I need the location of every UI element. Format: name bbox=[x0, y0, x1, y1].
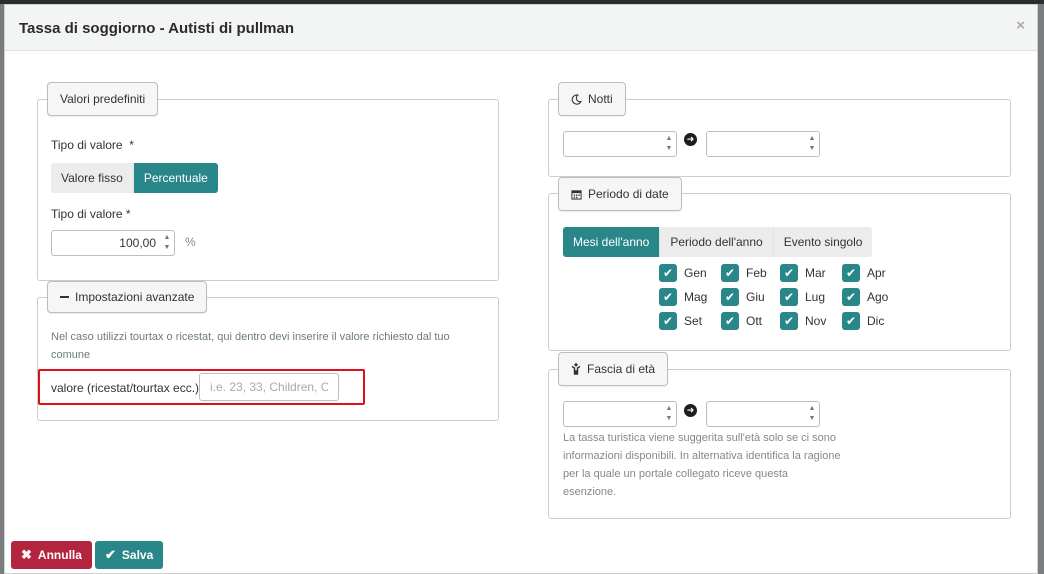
age-to-stepper[interactable]: ▲ ▼ bbox=[706, 401, 820, 427]
spin-up-icon[interactable]: ▲ bbox=[809, 405, 816, 413]
tab-single-event[interactable]: Evento singolo bbox=[773, 227, 873, 257]
month-checkbox[interactable]: ✔ Apr bbox=[842, 264, 886, 282]
checkmark-icon[interactable]: ✔ bbox=[721, 312, 739, 330]
defaults-legend-label: Valori predefiniti bbox=[60, 92, 146, 106]
spin-down-icon[interactable]: ▼ bbox=[666, 145, 673, 153]
defaults-legend: Valori predefiniti bbox=[47, 82, 159, 116]
month-label: Giu bbox=[746, 290, 765, 304]
close-icon[interactable]: × bbox=[1016, 17, 1025, 34]
month-checkbox[interactable]: ✔ Gen bbox=[659, 264, 707, 282]
moon-icon bbox=[571, 93, 582, 105]
spin-up-icon[interactable]: ▲ bbox=[666, 135, 673, 143]
month-checkbox[interactable]: ✔ Mag bbox=[659, 288, 707, 306]
checkmark-icon[interactable]: ✔ bbox=[780, 264, 798, 282]
value-spinner[interactable]: ▲ ▼ bbox=[162, 234, 172, 252]
modal-header: Tassa di soggiorno - Autisti di pullman … bbox=[5, 5, 1037, 51]
spin-up-icon[interactable]: ▲ bbox=[164, 234, 171, 242]
month-checkbox[interactable]: ✔ Ago bbox=[842, 288, 888, 306]
arrow-right-icon: ➜ bbox=[684, 404, 697, 417]
cancel-button[interactable]: ✖ Annulla bbox=[11, 541, 92, 569]
save-button[interactable]: ✔ Salva bbox=[95, 541, 164, 569]
month-checkbox[interactable]: ✔ Feb bbox=[721, 264, 767, 282]
checkmark-icon[interactable]: ✔ bbox=[780, 312, 798, 330]
option-fixed-value[interactable]: Valore fisso bbox=[51, 163, 134, 193]
value-unit: % bbox=[185, 235, 196, 249]
spin-down-icon[interactable]: ▼ bbox=[666, 415, 673, 423]
spin-down-icon[interactable]: ▼ bbox=[164, 244, 171, 252]
month-checkbox[interactable]: ✔ Ott bbox=[721, 312, 762, 330]
cancel-button-label: Annulla bbox=[37, 548, 82, 562]
child-icon bbox=[571, 363, 581, 375]
spin-down-icon[interactable]: ▼ bbox=[809, 415, 816, 423]
month-label: Mag bbox=[684, 290, 708, 304]
nights-from-stepper[interactable]: ▲ ▼ bbox=[563, 131, 677, 157]
advanced-help-text: Nel caso utilizzi tourtax o ricestat, qu… bbox=[51, 331, 450, 361]
checkmark-icon[interactable]: ✔ bbox=[842, 288, 860, 306]
checkmark-icon[interactable]: ✔ bbox=[659, 264, 677, 282]
checkmark-icon[interactable]: ✔ bbox=[842, 264, 860, 282]
month-checkbox[interactable]: ✔ Set bbox=[659, 312, 702, 330]
checkmark-icon[interactable]: ✔ bbox=[842, 312, 860, 330]
month-label: Gen bbox=[684, 266, 707, 280]
checkmark-icon[interactable]: ✔ bbox=[721, 264, 739, 282]
age-range-legend-label: Fascia di età bbox=[587, 362, 656, 376]
nights-legend-label: Notti bbox=[588, 92, 613, 106]
option-percentage[interactable]: Percentuale bbox=[133, 163, 218, 193]
arrow-right-icon: ➜ bbox=[684, 133, 697, 146]
date-period-tabs: Mesi dell'anno Periodo dell'anno Evento … bbox=[563, 227, 873, 257]
calendar-icon bbox=[571, 189, 582, 200]
month-checkbox[interactable]: ✔ Nov bbox=[780, 312, 826, 330]
month-label: Ott bbox=[746, 314, 763, 328]
checkmark-icon[interactable]: ✔ bbox=[659, 312, 677, 330]
month-checkbox[interactable]: ✔ Mar bbox=[780, 264, 826, 282]
spin-down-icon[interactable]: ▼ bbox=[809, 145, 816, 153]
spin-up-icon[interactable]: ▲ bbox=[666, 405, 673, 413]
month-checkbox[interactable]: ✔ Giu bbox=[721, 288, 765, 306]
value-type-toggle: Valore fisso Percentuale bbox=[51, 163, 218, 193]
advanced-legend[interactable]: Impostazioni avanzate bbox=[47, 281, 208, 313]
month-label: Set bbox=[684, 314, 703, 328]
month-label: Ago bbox=[867, 290, 889, 304]
close-icon: ✖ bbox=[21, 547, 32, 562]
date-period-legend: Periodo di date bbox=[558, 177, 682, 211]
nights-to-spinner[interactable]: ▲ ▼ bbox=[807, 135, 817, 153]
value-label: Tipo di valore * bbox=[51, 207, 131, 221]
age-from-stepper[interactable]: ▲ ▼ bbox=[563, 401, 677, 427]
checkmark-icon[interactable]: ✔ bbox=[780, 288, 798, 306]
spin-up-icon[interactable]: ▲ bbox=[809, 135, 816, 143]
advanced-field-input[interactable] bbox=[199, 373, 339, 401]
age-to-spinner[interactable]: ▲ ▼ bbox=[807, 405, 817, 423]
age-range-legend: Fascia di età bbox=[558, 352, 669, 386]
checkmark-icon[interactable]: ✔ bbox=[659, 288, 677, 306]
month-checkbox[interactable]: ✔ Dic bbox=[842, 312, 884, 330]
modal-title: Tassa di soggiorno - Autisti di pullman bbox=[19, 20, 295, 37]
minus-icon[interactable] bbox=[60, 296, 69, 298]
nights-legend: Notti bbox=[558, 82, 626, 116]
age-range-info: La tassa turistica viene suggerita sull'… bbox=[563, 432, 841, 498]
month-checkbox[interactable]: ✔ Lug bbox=[780, 288, 825, 306]
month-label: Feb bbox=[746, 266, 767, 280]
month-label: Apr bbox=[867, 266, 886, 280]
age-from-spinner[interactable]: ▲ ▼ bbox=[664, 405, 674, 423]
month-label: Lug bbox=[805, 290, 826, 304]
month-label: Mar bbox=[805, 266, 826, 280]
value-stepper[interactable]: 100,00 ▲ ▼ bbox=[51, 230, 175, 256]
month-label: Dic bbox=[867, 314, 885, 328]
advanced-field-label: valore (ricestat/tourtax ecc.) bbox=[51, 381, 200, 395]
tab-months-of-year[interactable]: Mesi dell'anno bbox=[563, 227, 661, 257]
checkmark-icon[interactable]: ✔ bbox=[721, 288, 739, 306]
advanced-legend-label: Impostazioni avanzate bbox=[75, 290, 195, 304]
save-button-label: Salva bbox=[121, 548, 154, 562]
nights-from-spinner[interactable]: ▲ ▼ bbox=[664, 135, 674, 153]
value-stepper-value: 100,00 bbox=[119, 236, 156, 250]
date-period-legend-label: Periodo di date bbox=[588, 187, 669, 201]
tourist-tax-modal: Tassa di soggiorno - Autisti di pullman … bbox=[4, 4, 1038, 574]
value-type-label: Tipo di valore * bbox=[51, 138, 134, 152]
month-label: Nov bbox=[805, 314, 827, 328]
check-icon: ✔ bbox=[105, 547, 116, 562]
tab-period-of-year[interactable]: Periodo dell'anno bbox=[660, 227, 774, 257]
nights-to-stepper[interactable]: ▲ ▼ bbox=[706, 131, 820, 157]
